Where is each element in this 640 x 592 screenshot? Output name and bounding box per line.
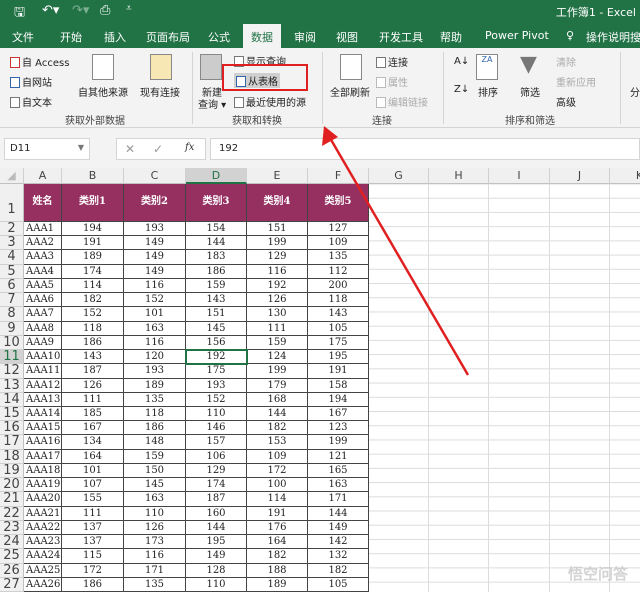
annotation-arrow	[322, 126, 470, 376]
watermark: 悟空问答	[567, 565, 628, 583]
